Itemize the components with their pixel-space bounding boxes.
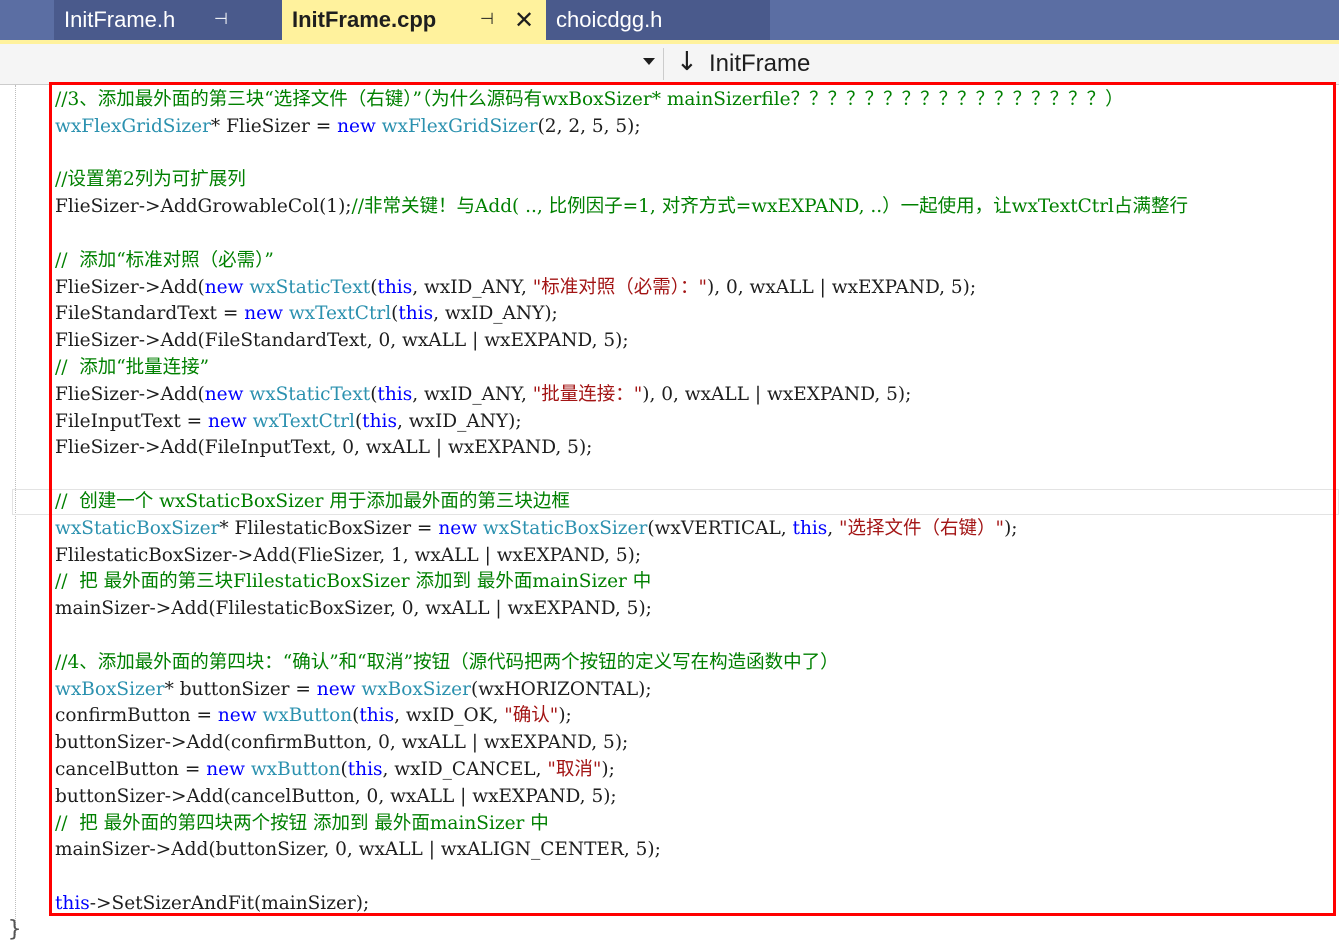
tab-title: InitFrame.h (64, 7, 176, 32)
tab-initframe-cpp[interactable]: InitFrame.cpp ⊣ ✕ (282, 0, 546, 40)
pin-icon[interactable]: ⊣ (480, 9, 494, 28)
tab-initframe-h[interactable]: InitFrame.h ⊣ (54, 0, 282, 40)
member-arrow-icon: ↓ (676, 47, 698, 77)
member-dropdown[interactable]: InitFrame (709, 50, 810, 78)
tab-strip: InitFrame.h ⊣ InitFrame.cpp ⊣ ✕ choicdgg… (0, 0, 1339, 40)
highlight-box (49, 82, 1336, 916)
tab-title: InitFrame.cpp (292, 7, 437, 32)
chevron-down-icon[interactable] (643, 58, 655, 65)
tab-choicdgg-h[interactable]: choicdgg.h (546, 0, 770, 40)
closing-brace: } (8, 917, 22, 942)
navigation-bar: ↓ InitFrame (0, 44, 1339, 85)
scope-dropdown[interactable] (0, 48, 664, 80)
pin-icon[interactable]: ⊣ (214, 9, 228, 28)
close-icon[interactable]: ✕ (514, 6, 534, 34)
tab-title: choicdgg.h (556, 7, 663, 32)
